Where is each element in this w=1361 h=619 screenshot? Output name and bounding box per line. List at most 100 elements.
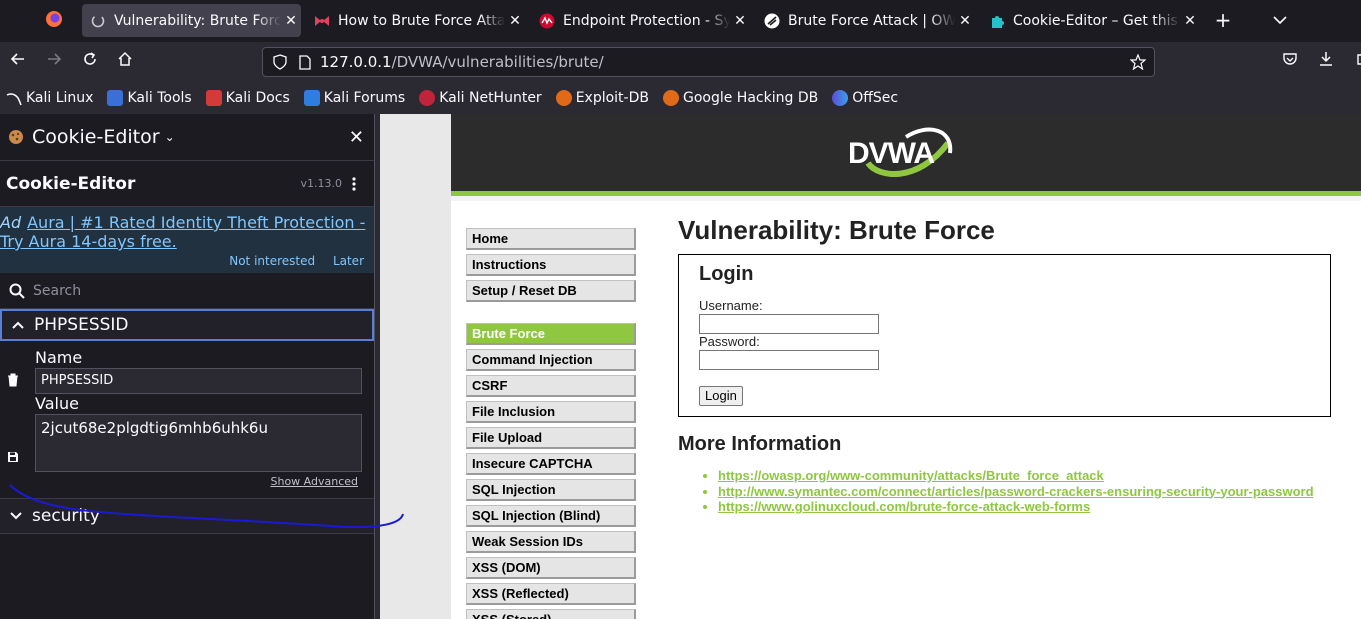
menu-item-xss-reflected[interactable]: XSS (Reflected) (466, 583, 636, 605)
firefox-menu-icon[interactable] (42, 9, 66, 33)
close-tab-icon[interactable]: ✕ (505, 13, 525, 29)
bookmark-google-hacking-db[interactable]: Google Hacking DB (662, 90, 818, 106)
tab-how-to-brute-force[interactable]: How to Brute Force Attack ✕ (306, 4, 525, 37)
bookmark-star-icon[interactable] (1130, 54, 1146, 70)
later-link[interactable]: Later (333, 254, 364, 268)
close-tab-icon[interactable]: ✕ (1180, 13, 1200, 29)
pocket-icon[interactable] (1278, 50, 1302, 74)
search-row (0, 273, 374, 309)
chevron-down-icon[interactable]: ⌄ (165, 130, 175, 144)
menu-item-insecure-captcha[interactable]: Insecure CAPTCHA (466, 453, 636, 475)
list-item: http://www.symantec.com/connect/articles… (718, 484, 1314, 499)
dvwa-logo-text: DVWA (848, 137, 934, 170)
owasp-link[interactable]: https://owasp.org/www-community/attacks/… (718, 468, 1104, 483)
cookie-name: PHPSESSID (34, 315, 129, 335)
page-title: Vulnerability: Brute Force (678, 215, 995, 245)
dvwa-banner: DVWA (451, 114, 1361, 196)
value-field[interactable]: 2jcut68e2plgdtig6mhb6uhk6u (35, 414, 362, 472)
menu-item-xss-dom[interactable]: XSS (DOM) (466, 557, 636, 579)
bookmark-label: Kali Forums (323, 90, 406, 106)
value-label: Value (35, 394, 79, 413)
menu-item-csrf[interactable]: CSRF (466, 375, 636, 397)
symantec-link[interactable]: http://www.symantec.com/connect/articles… (718, 484, 1314, 499)
bookmark-kali-nethunter[interactable]: Kali NetHunter (419, 90, 542, 106)
tab-endpoint-protection[interactable]: Endpoint Protection - Sym ✕ (531, 4, 750, 37)
kebab-menu-icon[interactable] (352, 176, 356, 191)
ad-link[interactable]: Aura | #1 Rated Identity Theft Protectio… (0, 213, 365, 251)
nethunter-icon (419, 90, 436, 106)
bookmark-kali-linux[interactable]: Kali Linux (6, 90, 93, 106)
forward-icon[interactable] (42, 50, 66, 74)
login-title: Login (699, 263, 754, 285)
url-bar[interactable]: 127.0.0.1/DVWA/vulnerabilities/brute/ (262, 47, 1155, 77)
bookmark-label: OffSec (852, 90, 899, 106)
bow-icon (314, 13, 330, 29)
menu-item-sql-injection[interactable]: SQL Injection (466, 479, 636, 501)
page-icon[interactable] (299, 54, 311, 70)
tab-label: Vulnerability: Brute Force (114, 12, 281, 29)
name-field[interactable]: PHPSESSID (35, 368, 362, 394)
menu-item-home[interactable]: Home (466, 228, 636, 250)
bookmark-exploit-db[interactable]: Exploit-DB (555, 90, 649, 106)
menu-item-sql-injection-blind[interactable]: SQL Injection (Blind) (466, 505, 636, 527)
password-label: Password: (699, 334, 760, 349)
owasp-icon (764, 13, 780, 29)
bookmark-kali-docs[interactable]: Kali Docs (205, 90, 290, 106)
more-info-links: https://owasp.org/www-community/attacks/… (718, 469, 1314, 516)
close-tab-icon[interactable]: ✕ (730, 13, 750, 29)
menu-item-instructions[interactable]: Instructions (466, 254, 636, 276)
bookmark-label: Kali Linux (26, 90, 94, 106)
home-icon[interactable] (113, 50, 137, 74)
tab-cookie-editor-addon[interactable]: Cookie-Editor – Get this E ✕ (981, 4, 1200, 37)
tab-label: How to Brute Force Attack (338, 12, 505, 29)
menu-item-file-inclusion[interactable]: File Inclusion (466, 401, 636, 423)
password-input[interactable] (699, 350, 879, 370)
shield-icon[interactable] (273, 54, 287, 70)
save-icon[interactable] (7, 448, 19, 462)
bookmark-offsec[interactable]: OffSec (832, 90, 898, 106)
cookie-details: Name PHPSESSID Value 2jcut68e2plgdtig6mh… (0, 341, 374, 498)
menu-item-file-upload[interactable]: File Upload (466, 427, 636, 449)
show-advanced-link[interactable]: Show Advanced (270, 475, 358, 488)
list-all-tabs-icon[interactable] (1268, 8, 1292, 32)
ad-banner: Ad Aura | #1 Rated Identity Theft Protect… (0, 207, 374, 273)
menu-item-command-injection[interactable]: Command Injection (466, 349, 636, 371)
trash-icon[interactable] (7, 372, 19, 387)
new-tab-icon[interactable]: + (1211, 8, 1235, 32)
cookie-header-phpsessid[interactable]: PHPSESSID (0, 309, 374, 341)
username-input[interactable] (699, 314, 879, 334)
search-input[interactable] (33, 282, 333, 299)
sidebar-title[interactable]: Cookie-Editor (32, 126, 160, 148)
login-button[interactable]: Login (699, 386, 743, 406)
cookie-editor-header: Cookie-Editor v1.13.0 (0, 161, 374, 207)
menu-item-xss-stored[interactable]: XSS (Stored) (466, 609, 636, 619)
kali-dragon-icon (6, 90, 22, 106)
dvwa-logo[interactable]: DVWA (848, 123, 958, 185)
loading-icon (90, 13, 106, 29)
close-tab-icon[interactable]: ✕ (281, 13, 301, 29)
bookmark-kali-forums[interactable]: Kali Forums (303, 90, 406, 106)
back-icon[interactable] (6, 50, 30, 74)
close-tab-icon[interactable]: ✕ (955, 13, 975, 29)
extensions-icon[interactable] (1350, 50, 1361, 74)
close-sidebar-icon[interactable]: ✕ (349, 127, 364, 148)
url-text[interactable]: 127.0.0.1/DVWA/vulnerabilities/brute/ (320, 53, 604, 71)
bookmark-kali-tools[interactable]: Kali Tools (107, 90, 192, 106)
golinuxcloud-link[interactable]: https://www.golinuxcloud.com/brute-force… (718, 499, 1090, 514)
menu-item-weak-session-ids[interactable]: Weak Session IDs (466, 531, 636, 553)
ad-text[interactable]: Ad Aura | #1 Rated Identity Theft Protect… (0, 213, 374, 251)
tab-owasp-brute-force[interactable]: Brute Force Attack | OWA ✕ (756, 4, 975, 37)
tab-bar: Vulnerability: Brute Force ✕ How to Brut… (0, 0, 1361, 42)
bookmark-label: Exploit-DB (575, 90, 649, 106)
navigation-toolbar: 127.0.0.1/DVWA/vulnerabilities/brute/ (0, 42, 1361, 82)
kali-forums-icon (303, 90, 320, 106)
chevron-up-icon (2, 318, 34, 333)
tab-vulnerability-brute-force[interactable]: Vulnerability: Brute Force ✕ (82, 4, 301, 37)
reload-icon[interactable] (78, 50, 102, 74)
menu-item-brute-force[interactable]: Brute Force (466, 323, 636, 345)
not-interested-link[interactable]: Not interested (229, 254, 315, 268)
menu-item-setup-reset-db[interactable]: Setup / Reset DB (466, 280, 636, 302)
downloads-icon[interactable] (1314, 50, 1338, 74)
offsec-icon (832, 90, 849, 106)
cookie-header-security[interactable]: security (0, 498, 374, 534)
